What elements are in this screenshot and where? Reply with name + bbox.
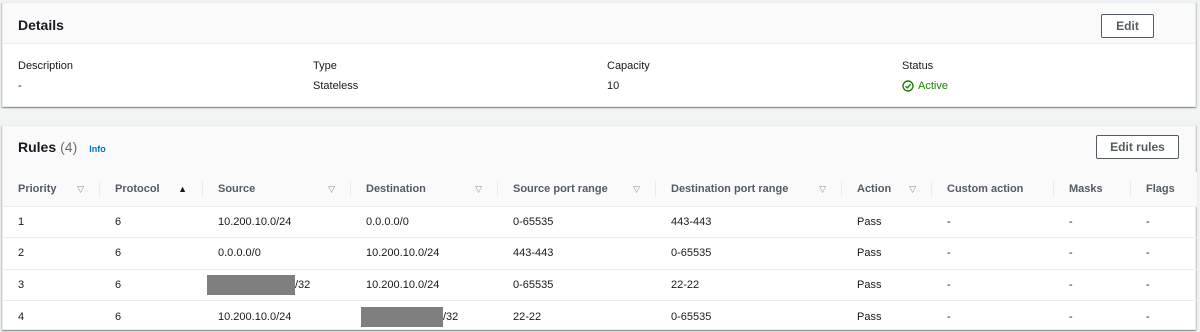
info-link[interactable]: Info [89, 144, 106, 154]
detail-label: Capacity [607, 60, 650, 72]
cell-flags: - [1131, 237, 1197, 270]
detail-label: Description [18, 60, 74, 72]
details-title: Details [18, 17, 64, 33]
cell-destination: /32 [351, 301, 498, 332]
column-header-action[interactable]: Action ▽ [842, 172, 932, 207]
caret-down-icon: ▽ [819, 184, 826, 194]
table-row: 2 6 0.0.0.0/0 10.200.10.0/24 443-443 0-6… [3, 237, 1197, 270]
caret-down-icon: ▽ [633, 184, 640, 194]
column-header-source-port-range[interactable]: Source port range ▽ [498, 172, 656, 207]
rules-count: (4) [60, 139, 78, 155]
table-row: 3 6 /32 10.200.10.0/24 0-65535 22-22 Pas… [3, 269, 1197, 301]
redacted-block [207, 274, 295, 295]
column-header-priority[interactable]: Priority ▽ [3, 172, 100, 207]
redacted-block [361, 306, 443, 327]
cell-flags: - [1131, 206, 1197, 238]
cell-destination-port-range: 22-22 [656, 269, 842, 301]
destination-suffix: /32 [443, 310, 459, 323]
edit-rules-button[interactable]: Edit rules [1096, 135, 1179, 159]
cell-action: Pass [842, 237, 932, 270]
detail-type: Type Stateless [313, 60, 358, 92]
column-header-masks: Masks [1054, 172, 1131, 207]
cell-custom-action: - [947, 310, 951, 323]
cell-destination: 0.0.0.0/0 [351, 206, 498, 238]
detail-description: Description - [18, 60, 73, 92]
check-circle-icon [902, 80, 914, 92]
detail-label: Type [313, 60, 337, 72]
status-badge: Active [902, 80, 948, 92]
cell-source: /32 [203, 269, 351, 301]
edit-button[interactable]: Edit [1101, 14, 1154, 38]
cell-protocol: 6 [100, 206, 203, 238]
cell-destination-port-range: 0-65535 [656, 237, 842, 270]
cell-protocol: 6 [115, 310, 122, 323]
detail-status: Status Active [902, 60, 948, 92]
cell-source: 10.200.10.0/24 [203, 206, 351, 238]
caret-down-icon: ▽ [328, 184, 335, 194]
detail-label: Status [902, 60, 934, 72]
status-text: Active [918, 80, 948, 92]
detail-value: 10 [607, 80, 620, 92]
cell-source: 10.200.10.0/24 [218, 310, 292, 323]
cell-masks: - [1069, 310, 1073, 323]
cell-source-port-range: 22-22 [513, 310, 542, 323]
table-header-row: Priority ▽ Protocol ▲ Source ▽ Destination ▽… [3, 172, 1197, 207]
detail-value: - [18, 80, 22, 92]
rules-title-text: Rules [18, 139, 57, 155]
cell-priority: 3 [3, 269, 100, 301]
caret-down-icon: ▽ [77, 184, 84, 194]
cell-flags: - [1146, 310, 1150, 323]
cell-masks: - [1054, 206, 1131, 238]
caret-down-icon: ▽ [475, 184, 482, 194]
table-row: 4 6 10.200.10.0/24 /32 22-22 0-65535 Pas… [3, 301, 1197, 332]
caret-down-icon: ▽ [909, 184, 916, 194]
rules-panel: Rules (4) Info Edit rules Priority ▽ Prot… [2, 125, 1197, 332]
cell-destination-port-range: 443-443 [656, 206, 842, 238]
details-panel: Details Edit Description - Type Stateles… [2, 2, 1196, 107]
cell-protocol: 6 [100, 269, 203, 301]
rules-header: Rules (4) Info Edit rules [3, 126, 1195, 172]
cell-action: Pass [842, 269, 932, 301]
cell-destination-port-range: 0-65535 [671, 310, 712, 323]
cell-custom-action: - [932, 269, 1054, 301]
table-row: 1 6 10.200.10.0/24 0.0.0.0/0 0-65535 443… [3, 206, 1197, 238]
cell-flags: - [1131, 269, 1197, 301]
rules-table: Priority ▽ Protocol ▲ Source ▽ Destination ▽… [3, 172, 1197, 332]
column-header-flags: Flags [1131, 172, 1197, 207]
detail-capacity: Capacity 10 [607, 60, 650, 92]
cell-source-port-range: 443-443 [498, 237, 656, 270]
cell-masks: - [1054, 269, 1131, 301]
cell-destination: 10.200.10.0/24 [351, 237, 498, 270]
column-header-custom-action: Custom action [932, 172, 1054, 207]
cell-source-port-range: 0-65535 [498, 206, 656, 238]
cell-masks: - [1054, 237, 1131, 270]
cell-action: Pass [857, 310, 882, 323]
column-header-source[interactable]: Source ▽ [203, 172, 351, 207]
cell-priority: 4 [18, 310, 25, 323]
caret-up-icon: ▲ [178, 184, 187, 194]
details-header: Details Edit [3, 3, 1195, 44]
source-suffix: /32 [295, 278, 311, 291]
column-header-destination-port-range[interactable]: Destination port range ▽ [656, 172, 842, 207]
column-header-destination[interactable]: Destination ▽ [351, 172, 498, 207]
cell-destination: 10.200.10.0/24 [351, 269, 498, 301]
cell-action: Pass [842, 206, 932, 238]
cell-priority: 2 [3, 237, 100, 270]
cell-protocol: 6 [100, 237, 203, 270]
cell-custom-action: - [932, 237, 1054, 270]
cell-source-port-range: 0-65535 [498, 269, 656, 301]
detail-value: Stateless [313, 80, 359, 92]
rules-title: Rules (4) Info [18, 139, 106, 155]
cell-custom-action: - [932, 206, 1054, 238]
cell-priority: 1 [3, 206, 100, 238]
column-header-protocol[interactable]: Protocol ▲ [100, 172, 203, 207]
cell-source: 0.0.0.0/0 [203, 237, 351, 270]
